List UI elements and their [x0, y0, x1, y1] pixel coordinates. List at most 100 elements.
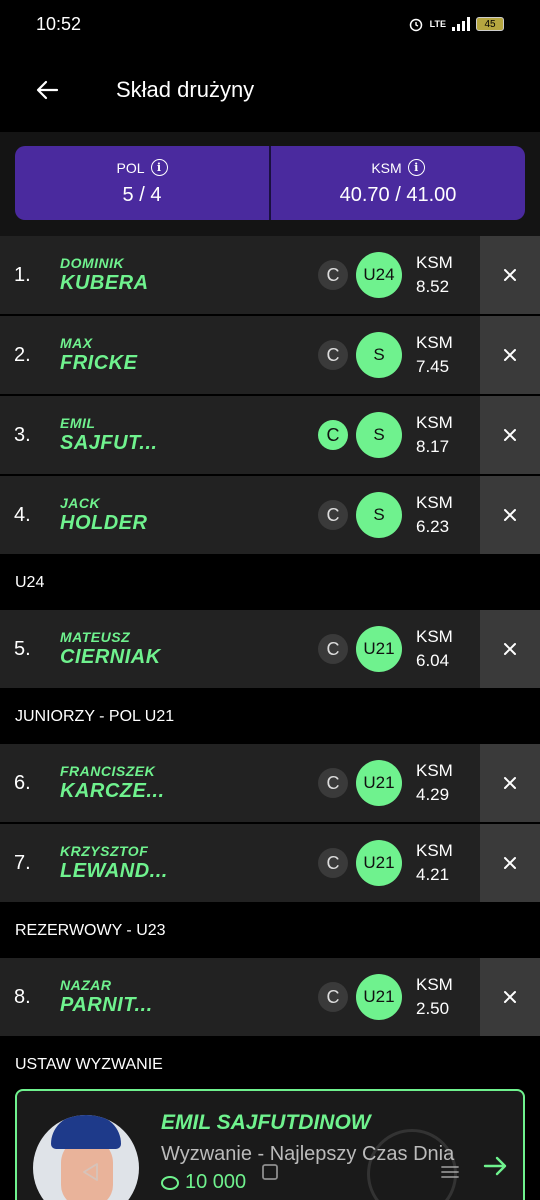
- back-button[interactable]: [0, 48, 94, 132]
- pol-summary: POL i 5 / 4: [15, 146, 269, 220]
- player-row[interactable]: 3. EMIL SAJFUT... C S KSM 8.17: [0, 396, 540, 474]
- nav-back-button[interactable]: [70, 1152, 110, 1192]
- captain-toggle[interactable]: C: [318, 634, 348, 664]
- remove-player-button[interactable]: [480, 236, 540, 314]
- ksm-label: KSM: [416, 493, 453, 512]
- ksm-value: 6.23: [416, 517, 450, 536]
- ksm-value: 4.29: [416, 785, 450, 804]
- player-name: EMIL SAJFUT...: [60, 415, 318, 455]
- player-last-name: CIERNIAK: [60, 646, 161, 668]
- squad-list: 1. DOMINIK KUBERA C U24 KSM 8.52 2. MAX …: [0, 236, 540, 1092]
- section-label-challenge: USTAW WYZWANIE: [0, 1038, 540, 1092]
- ksm-label: KSM: [416, 841, 453, 860]
- player-row[interactable]: 8. NAZAR PARNIT... C U21 KSM 2.50: [0, 958, 540, 1036]
- info-icon[interactable]: i: [150, 159, 168, 176]
- player-last-name: SAJFUT...: [60, 432, 158, 454]
- player-name: KRZYSZTOF LEWAND...: [60, 843, 318, 883]
- close-icon: [504, 777, 516, 789]
- player-name: MAX FRICKE: [60, 335, 318, 375]
- role-badge: S: [356, 412, 402, 458]
- close-icon: [504, 857, 516, 869]
- remove-player-button[interactable]: [480, 316, 540, 394]
- player-rank: 7.: [14, 851, 31, 874]
- role-badge: S: [356, 332, 402, 378]
- ksm-value: 2.50: [416, 999, 450, 1018]
- remove-player-button[interactable]: [480, 476, 540, 554]
- battery-level: 45: [484, 18, 496, 30]
- player-row[interactable]: 4. JACK HOLDER C S KSM 6.23: [0, 476, 540, 554]
- player-row[interactable]: 5. MATEUSZ CIERNIAK C U21 KSM 6.04: [0, 610, 540, 688]
- player-rank: 2.: [14, 343, 31, 366]
- remove-player-button[interactable]: [480, 744, 540, 822]
- player-ksm: KSM 2.50: [416, 973, 480, 1021]
- role-badge: U21: [356, 840, 402, 886]
- ksm-label: KSM: [416, 413, 453, 432]
- player-group-main: 1. DOMINIK KUBERA C U24 KSM 8.52 2. MAX …: [0, 236, 540, 554]
- player-first-name: KRZYSZTOF: [60, 843, 149, 859]
- menu-recents-icon: [441, 1166, 459, 1178]
- player-ksm: KSM 8.17: [416, 411, 480, 459]
- role-badge: U21: [356, 760, 402, 806]
- remove-player-button[interactable]: [480, 610, 540, 688]
- player-row[interactable]: 7. KRZYSZTOF LEWAND... C U21 KSM 4.21: [0, 824, 540, 902]
- role-badge: U21: [356, 626, 402, 672]
- nav-recents-button[interactable]: [430, 1152, 470, 1192]
- ksm-summary: KSM i 40.70 / 41.00: [269, 146, 525, 220]
- remove-player-button[interactable]: [480, 396, 540, 474]
- role-badge: U21: [356, 974, 402, 1020]
- player-ksm: KSM 7.45: [416, 331, 480, 379]
- remove-player-button[interactable]: [480, 824, 540, 902]
- pol-value: 5 / 4: [122, 184, 162, 206]
- network-type: LTE: [429, 19, 446, 29]
- player-first-name: MAX: [60, 335, 93, 351]
- player-name: MATEUSZ CIERNIAK: [60, 629, 318, 669]
- arrow-left-icon: [36, 80, 59, 100]
- player-last-name: KARCZE...: [60, 780, 165, 802]
- player-row[interactable]: 1. DOMINIK KUBERA C U24 KSM 8.52: [0, 236, 540, 314]
- page-title: Skład drużyny: [116, 77, 255, 102]
- ksm-value: 8.52: [416, 277, 450, 296]
- section-label-u24: U24: [0, 556, 540, 610]
- close-icon: [504, 269, 516, 281]
- captain-toggle[interactable]: C: [318, 340, 348, 370]
- section-label-reserve: REZERWOWY - U23: [0, 904, 540, 958]
- ksm-value: 4.21: [416, 865, 450, 884]
- player-last-name: FRICKE: [60, 352, 138, 374]
- ksm-label: KSM: [416, 253, 453, 272]
- player-row[interactable]: 6. FRANCISZEK KARCZE... C U21 KSM 4.29: [0, 744, 540, 822]
- ksm-label: KSM: [416, 761, 453, 780]
- player-name: NAZAR PARNIT...: [60, 977, 318, 1017]
- player-name: FRANCISZEK KARCZE...: [60, 763, 318, 803]
- captain-toggle[interactable]: C: [318, 848, 348, 878]
- triangle-back-icon: [83, 1163, 98, 1181]
- ksm-label: KSM: [416, 975, 453, 994]
- player-row[interactable]: 2. MAX FRICKE C S KSM 7.45: [0, 316, 540, 394]
- player-ksm: KSM 8.52: [416, 251, 480, 299]
- player-ksm: KSM 6.04: [416, 625, 480, 673]
- player-first-name: FRANCISZEK: [60, 763, 156, 779]
- player-rank: 1.: [14, 263, 31, 286]
- player-first-name: JACK: [60, 495, 101, 511]
- captain-toggle[interactable]: C: [318, 260, 348, 290]
- role-badge: S: [356, 492, 402, 538]
- challenge-rider-name: EMIL SAJFUTDINOW: [161, 1111, 371, 1134]
- close-icon: [504, 643, 516, 655]
- close-icon: [504, 509, 516, 521]
- captain-toggle[interactable]: C: [318, 768, 348, 798]
- system-nav-bar: [0, 1144, 540, 1200]
- ksm-value: 40.70 / 41.00: [339, 184, 457, 206]
- captain-toggle[interactable]: C: [318, 982, 348, 1012]
- player-ksm: KSM 4.29: [416, 759, 480, 807]
- nav-home-button[interactable]: [250, 1152, 290, 1192]
- captain-toggle[interactable]: C: [318, 500, 348, 530]
- player-rank: 3.: [14, 423, 31, 446]
- alarm-icon: [409, 18, 422, 32]
- info-icon[interactable]: i: [407, 159, 425, 176]
- player-first-name: DOMINIK: [60, 255, 125, 271]
- player-rank: 5.: [14, 637, 31, 660]
- ksm-value: 7.45: [416, 357, 450, 376]
- status-bar: 10:52 LTE 45: [0, 0, 540, 48]
- remove-player-button[interactable]: [480, 958, 540, 1036]
- section-label-juniors: JUNIORZY - POL U21: [0, 690, 540, 744]
- captain-toggle[interactable]: C: [318, 420, 348, 450]
